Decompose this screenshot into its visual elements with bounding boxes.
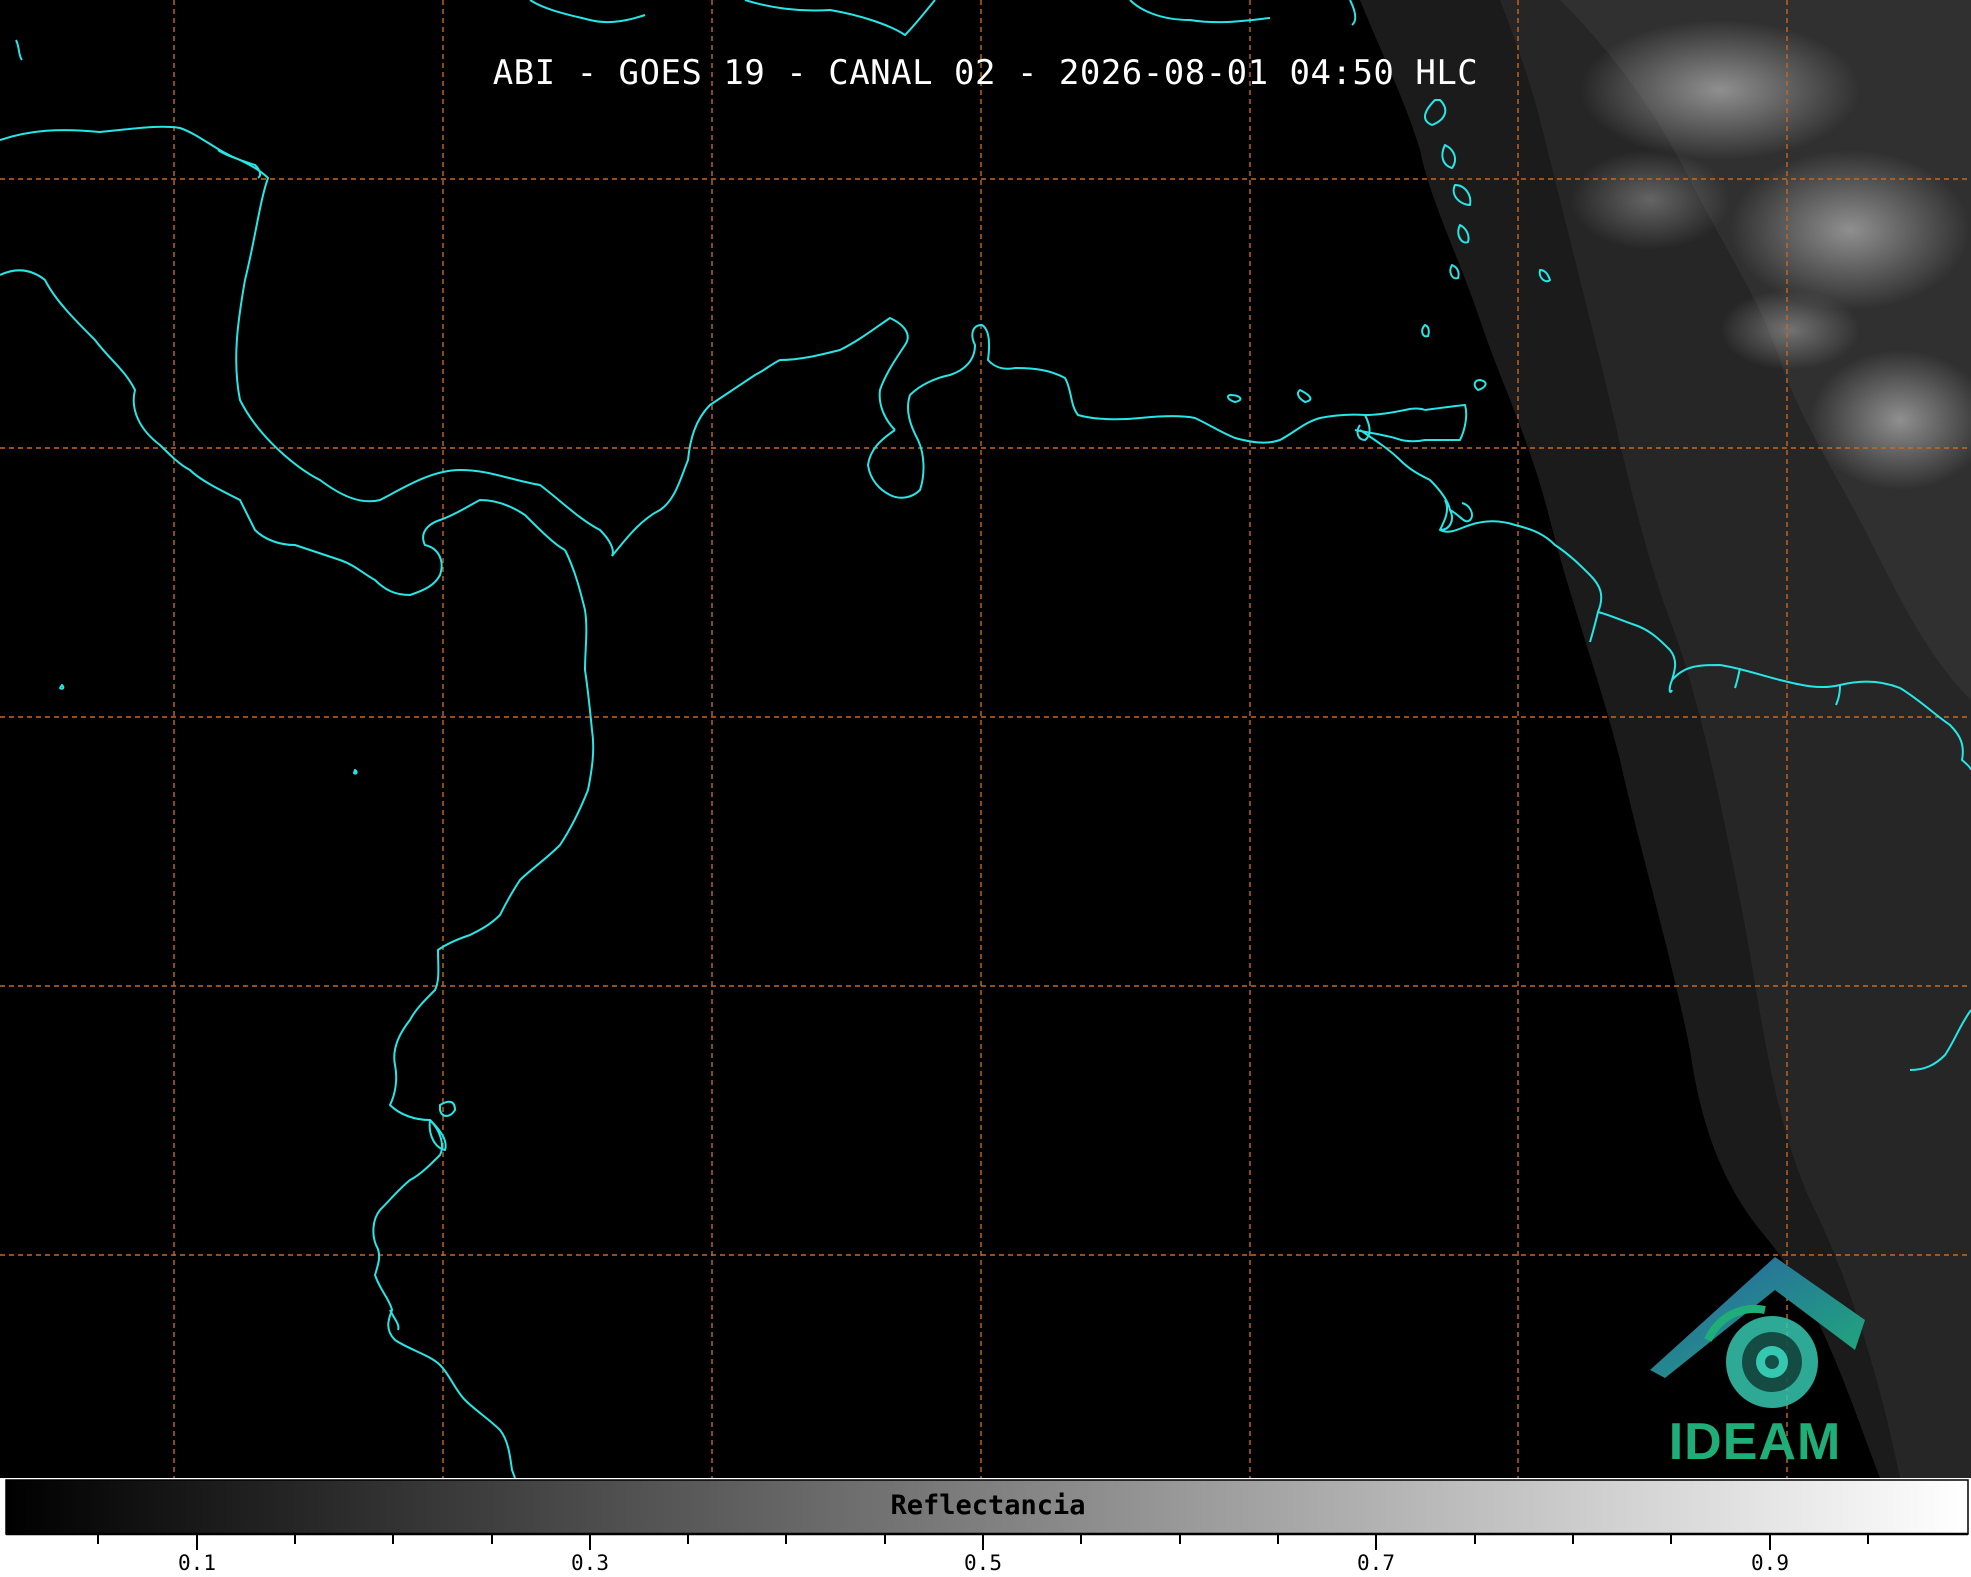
map-title: ABI - GOES 19 - CANAL 02 - 2026-08-01 04… xyxy=(492,53,1479,93)
colorbar-tick-label: 0.1 xyxy=(178,1551,216,1575)
colorbar-tick-label: 0.9 xyxy=(1751,1551,1789,1575)
colorbar-tick-label: 0.7 xyxy=(1357,1551,1395,1575)
ideam-logo-text: IDEAM xyxy=(1668,1413,1842,1471)
colorbar-tick-label: 0.5 xyxy=(964,1551,1002,1575)
colorbar-tick-label: 0.3 xyxy=(571,1551,609,1575)
satellite-map xyxy=(0,0,1971,1577)
colorbar-label: Reflectancia xyxy=(890,1490,1086,1521)
